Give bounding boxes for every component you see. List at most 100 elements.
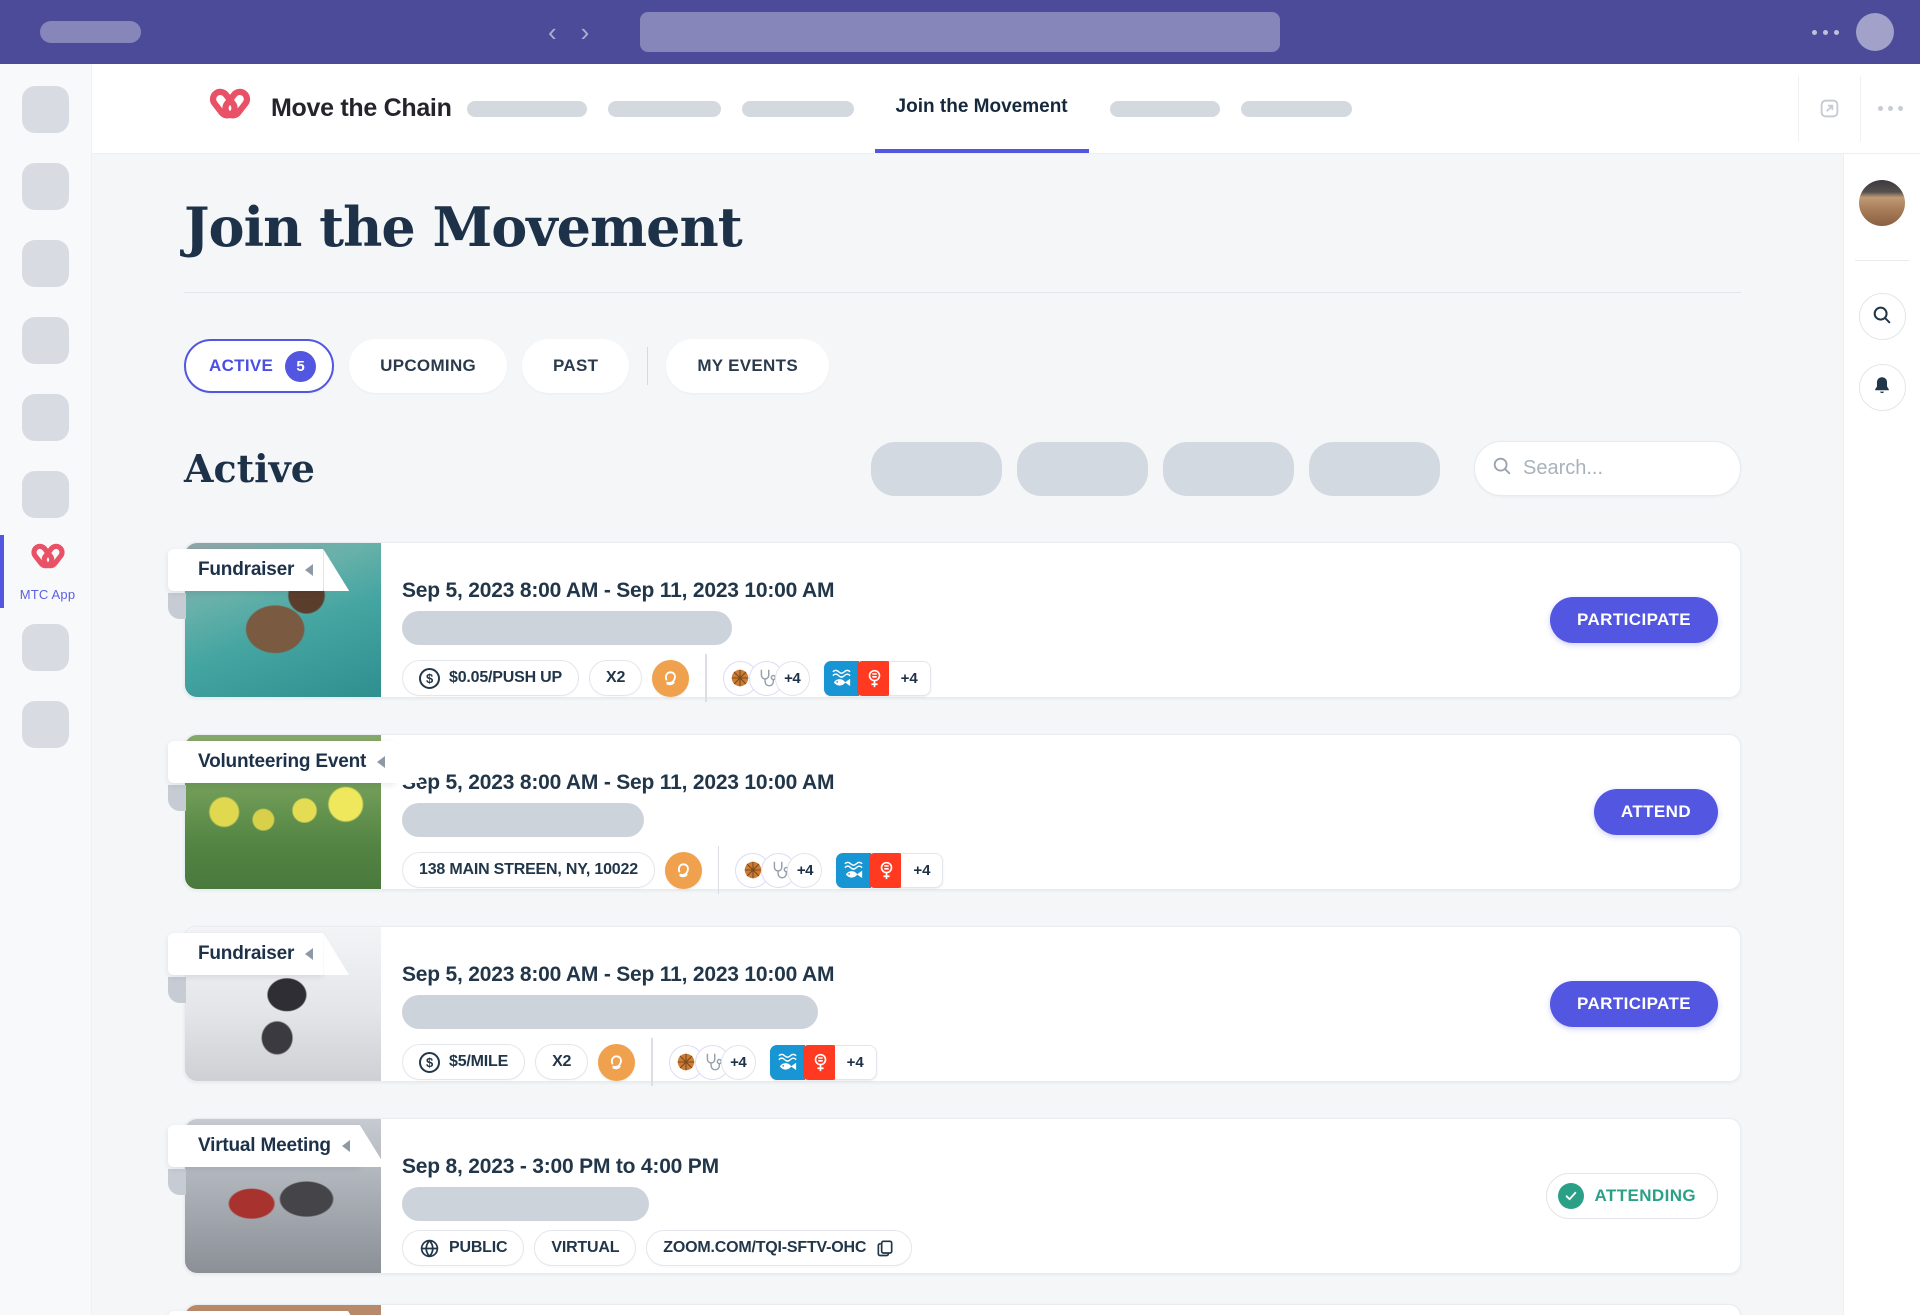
nav-item-placeholder bbox=[608, 101, 721, 117]
sdg-life-below-water-icon bbox=[824, 661, 859, 696]
event-details: Sep 8, 2023 - 3:00 PM to 4:00 PM PUBLICV… bbox=[402, 1119, 1505, 1266]
badge-label: ZOOM.COM/TQI-SFTV-OHC bbox=[663, 1239, 866, 1257]
dollar-circle-icon: $ bbox=[419, 1052, 440, 1073]
tab-upcoming[interactable]: UPCOMING bbox=[349, 339, 507, 393]
search-button[interactable] bbox=[1859, 293, 1906, 340]
event-title-placeholder bbox=[402, 995, 818, 1029]
nav-item-placeholder bbox=[742, 101, 854, 117]
tab-past[interactable]: PAST bbox=[522, 339, 629, 393]
event-type-ribbon: Virtual Meeting bbox=[168, 1125, 360, 1167]
card-action: ATTEND bbox=[1594, 789, 1718, 835]
event-card: Virtual Meeting Sep 8, 2023 - 3:00 PM to… bbox=[184, 1118, 1741, 1274]
filter-placeholder bbox=[1163, 442, 1294, 496]
tab-active[interactable]: ACTIVE 5 bbox=[184, 339, 334, 393]
tab-label: ACTIVE bbox=[209, 356, 273, 376]
badge-row: $$5/MILE X2 +4 +4 bbox=[402, 1038, 1505, 1086]
event-datetime: Sep 5, 2023 8:00 AM - Sep 11, 2023 10:00… bbox=[402, 963, 1505, 987]
sdg-gender-equality-icon bbox=[869, 853, 904, 888]
ribbon-fold bbox=[168, 977, 186, 1003]
sdg-life-below-water-icon bbox=[836, 853, 871, 888]
check-icon bbox=[1558, 1183, 1584, 1209]
sidebar-item-placeholder bbox=[22, 240, 69, 287]
nav-item-join-the-movement[interactable]: Join the Movement bbox=[875, 64, 1089, 153]
sdg-icon-group: +4 bbox=[824, 661, 931, 696]
sidebar-item-mtc-app[interactable]: MTC App bbox=[0, 535, 91, 608]
event-details: Sep 5, 2023 8:00 AM - Sep 11, 2023 10:00… bbox=[402, 927, 1505, 1086]
participate-button[interactable]: PARTICIPATE bbox=[1550, 981, 1718, 1027]
event-badge: VIRTUAL bbox=[534, 1230, 636, 1266]
active-count-badge: 5 bbox=[285, 351, 316, 382]
org-logo-icon bbox=[665, 852, 702, 889]
event-type-label: Volunteering Event bbox=[198, 751, 366, 773]
event-details: Sep 5, 2023 8:00 AM - Sep 11, 2023 10:00… bbox=[402, 735, 1505, 894]
event-card: Fundraiser Sep 5, 2023 8:00 AM - Sep 11,… bbox=[184, 926, 1741, 1082]
filter-placeholder bbox=[871, 442, 1002, 496]
notifications-button[interactable] bbox=[1859, 364, 1906, 411]
event-badge: $$5/MILE bbox=[402, 1044, 525, 1080]
ribbon-fold bbox=[168, 593, 186, 619]
meeting-link-badge[interactable]: ZOOM.COM/TQI-SFTV-OHC bbox=[646, 1230, 912, 1266]
org-logo-icon bbox=[598, 1044, 635, 1081]
search-input[interactable] bbox=[1523, 457, 1703, 480]
sdg-gender-equality-icon bbox=[857, 661, 892, 696]
badge-row: $$0.05/PUSH UP X2 +4 +4 bbox=[402, 654, 1505, 702]
search-box bbox=[1474, 441, 1741, 496]
event-type-label: Fundraiser bbox=[198, 559, 294, 581]
forward-icon[interactable]: › bbox=[581, 19, 590, 45]
badge-label: X2 bbox=[606, 669, 625, 687]
window-tab-placeholder bbox=[40, 21, 141, 43]
cause-icon-cluster: +4 bbox=[669, 1045, 756, 1080]
badge-label: PUBLIC bbox=[449, 1239, 507, 1257]
address-bar[interactable] bbox=[640, 12, 1280, 52]
org-logo-icon bbox=[652, 660, 689, 697]
divider bbox=[718, 846, 720, 894]
more-causes-count[interactable]: +4 bbox=[787, 853, 822, 888]
browser-avatar[interactable] bbox=[1856, 13, 1894, 51]
more-options-icon[interactable] bbox=[1860, 76, 1920, 142]
back-icon[interactable]: ‹ bbox=[548, 19, 557, 45]
event-card bbox=[184, 1304, 1741, 1315]
badge-label: X2 bbox=[552, 1053, 571, 1071]
more-sdgs-count[interactable]: +4 bbox=[901, 853, 943, 888]
ribbon-arrow-icon bbox=[305, 564, 313, 576]
sdg-icon-group: +4 bbox=[770, 1045, 877, 1080]
more-causes-count[interactable]: +4 bbox=[775, 661, 810, 696]
ribbon-arrow-icon bbox=[305, 948, 313, 960]
browser-menu-icon[interactable] bbox=[1812, 30, 1839, 35]
copy-icon[interactable] bbox=[875, 1238, 895, 1258]
event-datetime: Sep 5, 2023 8:00 AM - Sep 11, 2023 10:00… bbox=[402, 579, 1505, 603]
more-sdgs-count[interactable]: +4 bbox=[889, 661, 931, 696]
badge-label: $0.05/PUSH UP bbox=[449, 669, 562, 687]
avatar[interactable] bbox=[1859, 180, 1905, 226]
more-causes-count[interactable]: +4 bbox=[721, 1045, 756, 1080]
event-title-placeholder bbox=[402, 1187, 649, 1221]
ribbon-arrow-icon bbox=[342, 1140, 350, 1152]
event-card: Volunteering Event Sep 5, 2023 8:00 AM -… bbox=[184, 734, 1741, 890]
nav-item-placeholder bbox=[1241, 101, 1352, 117]
divider bbox=[705, 654, 707, 702]
brand-name: Move the Chain bbox=[271, 94, 452, 123]
event-type-ribbon: Fundraiser bbox=[168, 549, 323, 591]
external-link-icon[interactable] bbox=[1798, 76, 1860, 142]
tab-label: PAST bbox=[553, 356, 598, 376]
participate-button[interactable]: PARTICIPATE bbox=[1550, 597, 1718, 643]
search-icon bbox=[1491, 455, 1513, 482]
more-sdgs-count[interactable]: +4 bbox=[835, 1045, 877, 1080]
event-badge: $$0.05/PUSH UP bbox=[402, 660, 579, 696]
ribbon-fold bbox=[168, 785, 186, 811]
divider bbox=[184, 292, 1741, 293]
divider bbox=[651, 1038, 653, 1086]
event-card-list: Fundraiser Sep 5, 2023 8:00 AM - Sep 11,… bbox=[184, 542, 1741, 1315]
brand: Move the Chain bbox=[207, 83, 452, 134]
sidebar-item-placeholder bbox=[22, 471, 69, 518]
event-details bbox=[402, 1305, 1505, 1314]
attending-badge[interactable]: ATTENDING bbox=[1546, 1173, 1719, 1219]
event-type-ribbon: Volunteering Event bbox=[168, 741, 395, 783]
browser-topbar: ‹ › bbox=[0, 0, 1920, 64]
event-type-ribbon: Fundraiser bbox=[168, 933, 323, 975]
event-type-label: Virtual Meeting bbox=[198, 1135, 331, 1157]
cause-icon-cluster: +4 bbox=[723, 661, 810, 696]
attend-button[interactable]: ATTEND bbox=[1594, 789, 1718, 835]
right-sidebar bbox=[1843, 154, 1920, 1315]
tab-my-events[interactable]: MY EVENTS bbox=[666, 339, 829, 393]
